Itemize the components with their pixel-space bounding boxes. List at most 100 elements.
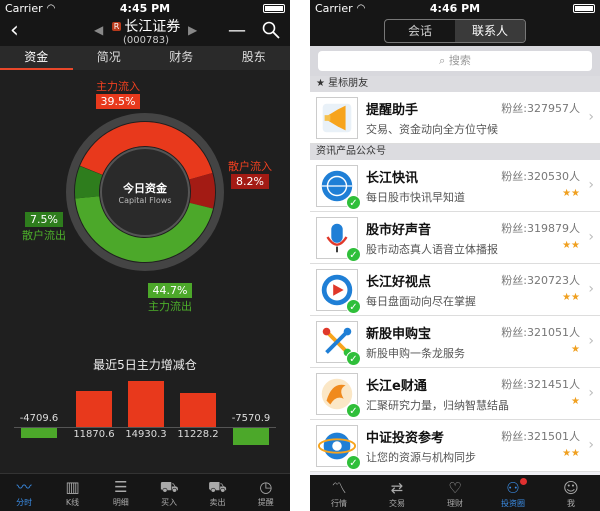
toolbar-item-1[interactable]: ▥ K线 [48,474,96,511]
item-title: 长江快讯 [366,171,419,186]
chevron-right-icon: › [588,385,594,401]
next-stock-icon[interactable]: ▶ [188,23,197,37]
bar-baseline [14,427,276,428]
bar-value-label: 11870.6 [73,429,115,440]
chevron-right-icon: › [588,333,594,349]
chevron-right-icon: › [588,437,594,453]
item-title: 中证投资参考 [366,431,445,446]
item-title: 提醒助手 [366,103,419,118]
verified-check-icon: ✓ [346,403,361,418]
item-fans-count: 粉丝:327957人 [501,102,580,115]
verified-check-icon: ✓ [346,351,361,366]
search-placeholder: 搜索 [448,54,471,67]
item-title: 长江e财通 [366,379,427,394]
toolbar-item-0[interactable]: 〰分时 [0,474,48,511]
bar-value-label: 11228.2 [177,429,219,440]
tabbar-item-label: 投资圈 [501,499,525,508]
tabbar-item-0[interactable]: 〽行情 [310,475,368,511]
bar-day-1 [21,427,57,439]
tabbar-item-1[interactable]: ⇄ 交易 [368,475,426,511]
toolbar-item-2[interactable]: ☰ 明细 [97,474,145,511]
tab-3[interactable]: 股东 [218,46,291,70]
chevron-right-icon: › [588,177,594,193]
tabbar-item-2[interactable]: ♡ 理财 [426,475,484,511]
main-out-group: 44.7% 主力流出 [140,283,200,314]
public-account-list: ✓ 长江快讯 每日股市快讯早知道 粉丝:320530人 ★★ › ✓ 股市好声音 股市动态真人语… [310,160,600,472]
verified-check-icon: ✓ [346,299,361,314]
toolbar-item-5[interactable]: ◷ 提醒 [242,474,290,511]
five-day-bar-chart: -4709.6 11870.6 14930.3 11228.2 -7570.9 [0,375,290,465]
section-header-public: 资讯产品公众号 [310,144,600,160]
chevron-right-icon: › [588,229,594,245]
toolbar-item-4[interactable]: ⛟ 卖出 [193,474,241,511]
tabbar-item-4[interactable]: ☺ 我 [542,475,600,511]
item-description: 每日股市快讯早知道 [366,191,465,204]
toolbar-item-label: 买入 [161,498,178,507]
toolbar-item-label: 明细 [112,498,129,507]
stock-title: R 长江证券 (000783) [104,16,188,46]
tab-2[interactable]: 财务 [145,46,218,70]
stock-badge: R [111,21,122,31]
item-fans-count: 粉丝:321501人 [501,430,580,443]
status-bar: Carrier ◠ 4:45 PM [0,0,290,16]
toolbar-item-label: 卖出 [209,498,226,507]
handshake-icon: ♡ [448,479,462,497]
list-item[interactable]: 提醒助手 交易、资金动向全方位守候 粉丝:327957人 › [310,92,600,144]
trade-icon: ⇄ [390,479,404,497]
toolbar-item-3[interactable]: ⛟ 买入 [145,474,193,511]
toolbar-item-label: 提醒 [257,498,274,507]
tabbar-item-3[interactable]: ⚇ 投资圈 [484,475,542,511]
item-fans-count: 粉丝:319879人 [501,222,580,235]
segment-1[interactable]: 联系人 [455,20,525,42]
candlestick-icon: ▥ [65,478,80,496]
market-icon: 〽 [331,479,347,497]
search-icon[interactable] [262,21,280,39]
tabbar-item-label: 行情 [331,499,347,508]
retail-in-value: 8.2% [231,174,269,189]
star-rating-icon: ★★ [562,240,580,251]
main-out-label: 主力流出 [148,300,192,313]
retail-in-group: 散户流入 8.2% [220,158,280,189]
list-item[interactable]: ✓ 中证投资参考 让您的资源与机构同步 粉丝:321501人 ★★ › [310,420,600,472]
item-description: 让您的资源与机构同步 [366,451,476,464]
list-item[interactable]: ✓ 股市好声音 股市动态真人语音立体播报 粉丝:319879人 ★★ › [310,212,600,264]
item-fans-count: 粉丝:321451人 [501,378,580,391]
search-input[interactable]: ⌕ 搜索 [318,51,592,71]
star-rating-icon: ★★ [562,448,580,459]
chart-line-icon: 〰 [16,478,32,496]
tab-0[interactable]: 资金 [0,46,73,70]
toolbar-item-label: K线 [65,498,80,507]
stock-detail-screen: Carrier ◠ 4:45 PM ‹ ◀ R 长江证券 (000783) ▶ —… [0,0,290,511]
megaphone-icon [316,97,358,139]
tab-1[interactable]: 简况 [73,46,146,70]
list-item[interactable]: ✓ 长江快讯 每日股市快讯早知道 粉丝:320530人 ★★ › [310,160,600,212]
item-description: 交易、资金动向全方位守候 [366,123,498,136]
item-title: 长江好视点 [366,275,432,290]
retail-out-group: 7.5% 散户流出 [14,212,74,243]
detail-tabs: 资金 简况 财务 股东 [0,46,290,70]
donut-center-title: 今日资金 [123,182,167,195]
verified-check-icon: ✓ [346,195,361,210]
capital-flow-donut: 主力流入 39.5% 散户流入 8.2% 7.5% 散户流出 44.7% 主力流… [0,70,290,313]
back-icon[interactable]: ‹ [10,18,19,43]
item-fans-count: 粉丝:320530人 [501,170,580,183]
segment-0[interactable]: 会话 [385,20,455,42]
starred-list: 提醒助手 交易、资金动向全方位守候 粉丝:327957人 › [310,92,600,144]
bar-day-5 [233,427,269,446]
user-icon: ☺ [563,479,579,497]
tabbar-item-label: 我 [567,499,575,508]
donut-center-subtitle: Capital Flows [118,196,172,205]
item-description: 汇聚研究力量，归纳智慧结晶 [366,399,509,412]
list-item[interactable]: ✓ 长江好视点 每日盘面动向尽在掌握 粉丝:320723人 ★★ › [310,264,600,316]
main-in-label: 主力流入 [96,80,140,93]
item-fans-count: 粉丝:320723人 [501,274,580,287]
cart-buy-icon: ⛟ [159,478,179,496]
chevron-right-icon: › [588,281,594,297]
contacts-screen: Carrier ◠ 4:46 PM 会话 联系人 ⌕ 搜索 ★ 星标朋友 提醒助手… [310,0,600,511]
list-item[interactable]: ✓ 新股申购宝 新股申购一条龙服务 粉丝:321051人 ★ › [310,316,600,368]
prev-stock-icon[interactable]: ◀ [94,23,103,37]
bar-chart-title: 最近5日主力增减仓 [93,358,197,372]
list-item[interactable]: ✓ 长江e财通 汇聚研究力量，归纳智慧结晶 粉丝:321451人 ★ › [310,368,600,420]
status-time: 4:46 PM [429,1,481,15]
remove-watchlist-icon[interactable]: — [228,20,246,41]
